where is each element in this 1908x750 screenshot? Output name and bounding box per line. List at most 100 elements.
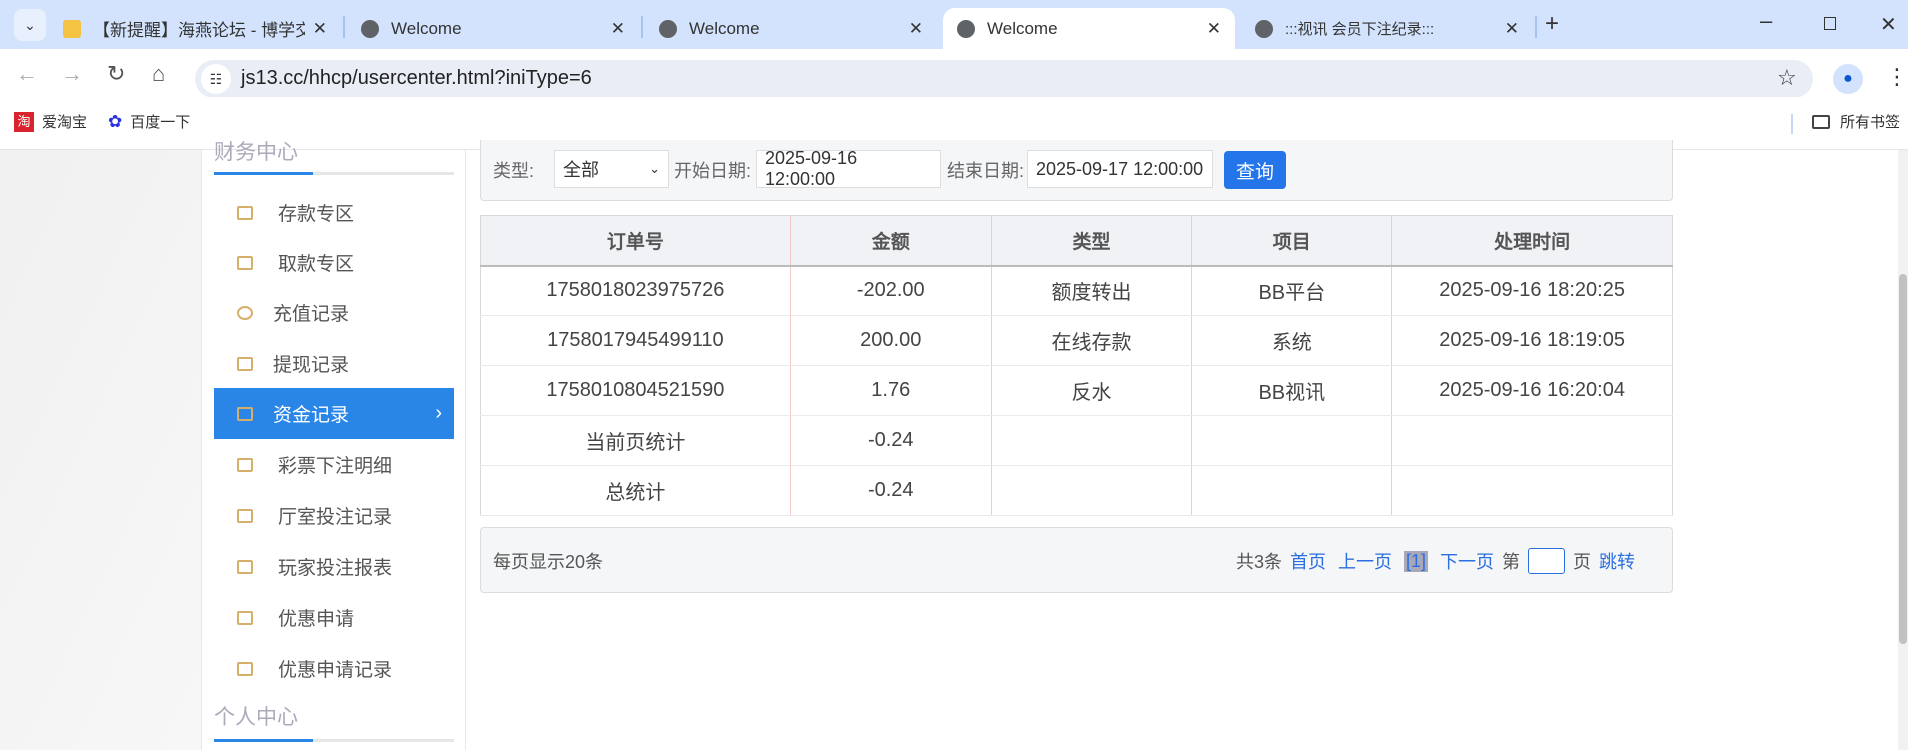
table-cell: 系统 xyxy=(1191,315,1393,366)
folder-icon xyxy=(1812,114,1830,129)
forward-icon[interactable]: → xyxy=(61,61,83,87)
start-date-label: 开始日期: xyxy=(674,161,752,181)
per-page-text: 每页显示20条 xyxy=(493,552,604,572)
tab-3-active[interactable]: Welcome ✕ xyxy=(943,8,1235,49)
table-cell xyxy=(991,415,1193,466)
restore-icon[interactable] xyxy=(1824,17,1836,30)
tab-2[interactable]: Welcome ✕ xyxy=(645,8,937,49)
section-title-finance: 财务中心 xyxy=(214,141,298,164)
site-settings-icon[interactable]: ☷ xyxy=(201,64,231,94)
query-button[interactable]: 查询 xyxy=(1224,151,1286,189)
table-cell: 反水 xyxy=(991,365,1193,416)
table-cell: -202.00 xyxy=(790,265,992,316)
table-row: 1758018023975726 -202.00 额度转出 BB平台 2025-09-1… xyxy=(480,265,1673,316)
tab-0[interactable]: 【新提醒】海燕论坛 - 博学交流✕ xyxy=(49,8,341,49)
header-order-no: 订单号 xyxy=(480,215,791,267)
globe-icon xyxy=(659,19,677,38)
list-icon xyxy=(237,661,253,676)
bookmark-aitaobao[interactable]: 淘爱淘宝 xyxy=(14,111,87,132)
card-icon xyxy=(237,205,253,220)
table-cell: -0.24 xyxy=(790,415,992,466)
tab-1[interactable]: Welcome ✕ xyxy=(347,8,639,49)
sidebar-item-withdraw[interactable]: 取款专区 xyxy=(214,237,454,288)
table-cell: 额度转出 xyxy=(991,265,1193,316)
gift-icon xyxy=(237,610,253,625)
first-page-link[interactable]: 首页 xyxy=(1290,548,1326,574)
jump-link[interactable]: 跳转 xyxy=(1599,548,1635,574)
table-cell: BB视讯 xyxy=(1191,365,1393,416)
filter-bar: 类型: 全部 ⌄ 开始日期: 2025-09-16 12:00:00 结束日期: … xyxy=(480,140,1673,201)
tab-4[interactable]: :::视讯 会员下注纪录::: ✕ xyxy=(1241,8,1533,49)
page-number-input[interactable] xyxy=(1528,548,1566,574)
table-cell: 1.76 xyxy=(790,365,992,416)
table-cell: 200.00 xyxy=(790,315,992,366)
bulb-favicon-icon xyxy=(63,19,81,38)
table-row: 1758010804521590 1.76 反水 BB视讯 2025-09-16 16:… xyxy=(480,365,1673,416)
taobao-icon: 淘 xyxy=(14,111,34,132)
list-icon xyxy=(237,508,253,523)
bookmark-star-icon[interactable]: ☆ xyxy=(1777,65,1797,91)
table-cell xyxy=(1391,415,1673,466)
close-tab-icon[interactable]: ✕ xyxy=(1505,19,1519,39)
close-tab-icon[interactable]: ✕ xyxy=(909,19,923,39)
sidebar-item-player-report[interactable]: 玩家投注报表 xyxy=(214,541,454,592)
table-cell xyxy=(1191,465,1393,516)
table-cell: BB平台 xyxy=(1191,265,1393,316)
header-time: 处理时间 xyxy=(1391,215,1673,267)
end-date-input[interactable]: 2025-09-17 12:00:00 xyxy=(1027,150,1213,188)
address-bar[interactable]: ☷ js13.cc/hhcp/usercenter.html?iniType=6… xyxy=(195,60,1813,98)
baidu-paw-icon: ✿ xyxy=(108,111,123,131)
current-page: [1] xyxy=(1404,550,1429,572)
close-tab-icon[interactable]: ✕ xyxy=(313,19,327,39)
home-icon[interactable]: ⌂ xyxy=(152,61,165,87)
type-select[interactable]: 全部 ⌄ xyxy=(554,150,669,188)
table-header-row: 订单号 金额 类型 项目 处理时间 xyxy=(480,215,1673,267)
back-icon[interactable]: ← xyxy=(16,61,38,87)
all-bookmarks[interactable]: 所有书签 xyxy=(1812,111,1900,132)
sidebar-item-deposit[interactable]: 存款专区 xyxy=(214,187,454,238)
total-count: 共3条 xyxy=(1236,552,1283,572)
minimize-icon[interactable]: – xyxy=(1760,8,1772,34)
sidebar-item-promo-apply[interactable]: 优惠申请 xyxy=(214,592,454,643)
scrollbar-thumb[interactable] xyxy=(1899,274,1907,644)
prev-page-link[interactable]: 上一页 xyxy=(1338,548,1392,574)
hand-money-icon xyxy=(237,255,253,270)
bookmark-baidu[interactable]: ✿ 百度一下 xyxy=(108,111,190,132)
table-cell: 1758017945499110 xyxy=(480,315,791,366)
table-cell: 2025-09-16 16:20:04 xyxy=(1391,365,1673,416)
reload-icon[interactable]: ↻ xyxy=(107,61,125,87)
goto-suffix: 页 xyxy=(1573,552,1592,572)
close-tab-icon[interactable]: ✕ xyxy=(611,19,625,39)
table-cell: 2025-09-16 18:20:25 xyxy=(1391,265,1673,316)
profile-avatar-icon[interactable]: ● xyxy=(1833,64,1863,94)
start-date-input[interactable]: 2025-09-16 12:00:00 xyxy=(756,148,941,189)
sidebar-item-withdraw-records[interactable]: 提现记录 xyxy=(214,338,454,389)
table-cell: 在线存款 xyxy=(991,315,1193,366)
pagination-bar: 每页显示20条 共3条 首页 上一页 [1] 下一页 第 页 跳转 xyxy=(480,527,1673,593)
tab-search-button[interactable]: ⌄ xyxy=(14,9,46,41)
sidebar-item-lottery-bets[interactable]: 彩票下注明细 xyxy=(214,439,454,490)
close-tab-icon[interactable]: ✕ xyxy=(1207,19,1221,39)
header-amount: 金额 xyxy=(790,215,992,267)
sidebar-item-fund-records[interactable]: 资金记录 › xyxy=(214,388,454,439)
table-cell xyxy=(1391,465,1673,516)
sidebar-item-promo-records[interactable]: 优惠申请记录 xyxy=(214,643,454,694)
goto-prefix: 第 xyxy=(1502,552,1521,572)
new-tab-icon[interactable]: + xyxy=(1545,10,1559,38)
menu-kebab-icon[interactable]: ⋮ xyxy=(1886,64,1908,90)
sidebar-item-recharge-records[interactable]: 充值记录 xyxy=(214,287,454,338)
table-cell: 总统计 xyxy=(480,465,791,516)
globe-icon xyxy=(957,19,975,38)
safe-icon xyxy=(237,406,253,421)
table-cell: 2025-09-16 18:19:05 xyxy=(1391,315,1673,366)
money-bag-icon xyxy=(237,305,253,320)
chevron-down-icon: ⌄ xyxy=(649,161,660,176)
chart-icon xyxy=(237,559,253,574)
sidebar-item-hall-bets[interactable]: 厅室投注记录 xyxy=(214,490,454,541)
url-text[interactable]: js13.cc/hhcp/usercenter.html?iniType=6 xyxy=(241,67,592,90)
fund-records-table: 订单号 金额 类型 项目 处理时间 1758018023975726 -202.0… xyxy=(480,215,1673,516)
sidebar: 财务中心 存款专区 取款专区 充值记录 提现记录 资金记录 › 彩票下注明细 厅室… xyxy=(201,141,466,750)
header-type: 类型 xyxy=(991,215,1193,267)
next-page-link[interactable]: 下一页 xyxy=(1440,548,1494,574)
close-window-icon[interactable]: ✕ xyxy=(1880,12,1897,37)
